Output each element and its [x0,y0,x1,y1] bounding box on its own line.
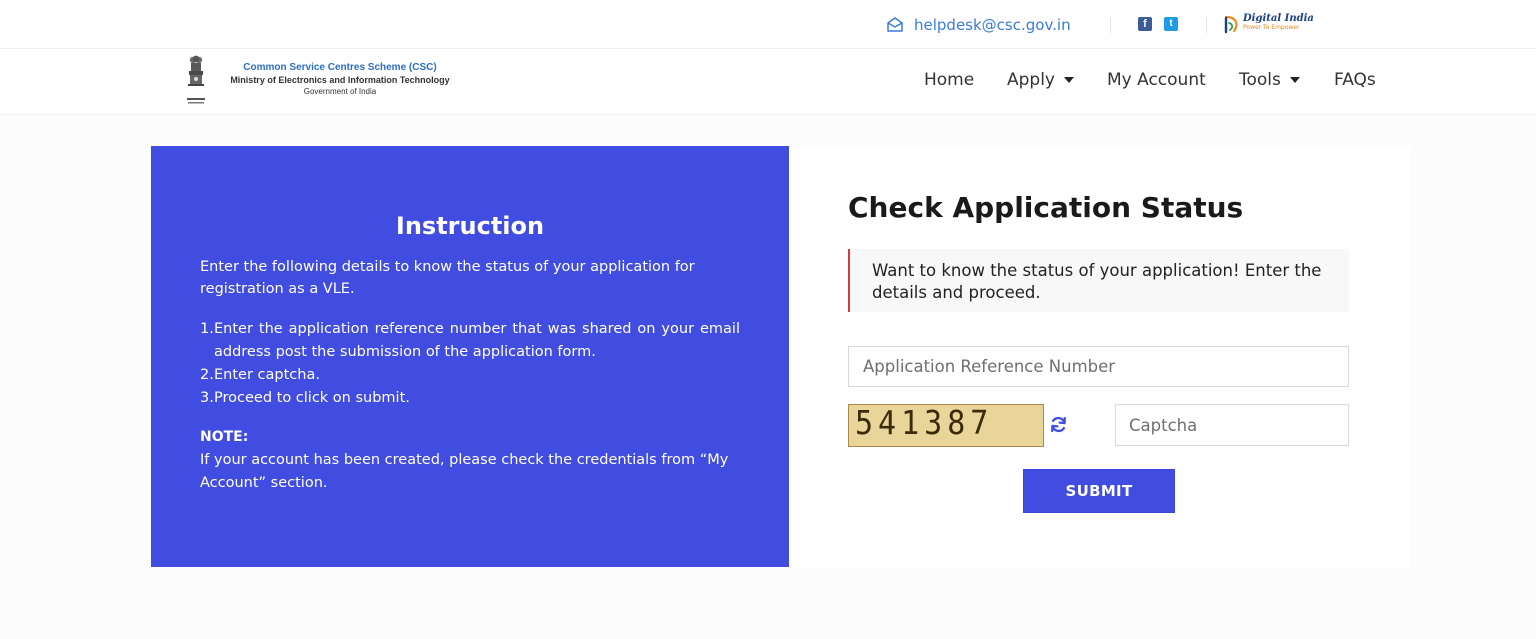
nav-apply[interactable]: Apply [1007,70,1074,90]
step-text: Enter captcha. [214,367,320,383]
digital-india-title: Digital India [1243,13,1314,24]
digital-india-tagline: Power To Empower [1243,24,1300,31]
caret-down-icon [1289,77,1300,83]
site-header: Common Service Centres Scheme (CSC) Mini… [0,49,1536,115]
instruction-panel: Instruction Enter the following details … [151,146,789,567]
note-text: If your account has been created, please… [200,452,729,491]
status-card: Instruction Enter the following details … [151,146,1410,567]
instruction-step: 3. Proceed to click on submit. [200,387,740,410]
step-number: 1. [200,321,214,337]
org-ministry: Ministry of Electronics and Information … [230,75,450,85]
instruction-step: 2. Enter captcha. [200,364,740,387]
nav-faqs-label: FAQs [1334,70,1376,90]
facebook-icon[interactable]: f [1138,17,1152,31]
top-divider [1110,17,1111,33]
step-text: Proceed to click on submit. [214,390,410,406]
instruction-step: 1. Enter the application reference numbe… [200,318,740,364]
info-alert: Want to know the status of your applicat… [848,249,1349,312]
helpdesk-email-text: helpdesk@csc.gov.in [914,16,1071,34]
nav-tools-label: Tools [1239,70,1281,90]
top-bar: helpdesk@csc.gov.in f t Digital India Po… [0,0,1536,49]
captcha-input[interactable] [1115,404,1349,446]
submit-button[interactable]: SUBMIT [1023,469,1175,513]
twitter-icon[interactable]: t [1164,17,1178,31]
org-government: Government of India [303,87,377,96]
form-title: Check Application Status [848,191,1244,224]
step-text: Enter the application reference number t… [214,321,740,360]
step-number: 2. [200,367,214,383]
nav-my-account[interactable]: My Account [1107,70,1206,90]
nav-tools[interactable]: Tools [1239,70,1300,90]
caret-down-icon [1064,77,1074,83]
instruction-steps: 1. Enter the application reference numbe… [200,318,740,410]
nav-home-label: Home [924,70,975,90]
org-title-block[interactable]: Common Service Centres Scheme (CSC) Mini… [190,62,490,98]
nav-home[interactable]: Home [924,70,974,90]
refresh-captcha-icon[interactable] [1049,415,1068,434]
instruction-intro: Enter the following details to know the … [200,259,695,297]
status-form-panel: Check Application Status Want to know th… [789,146,1410,567]
helpdesk-email-link[interactable]: helpdesk@csc.gov.in [886,16,1071,34]
top-divider [1206,17,1207,33]
digital-india-mark-icon [1224,15,1238,34]
captcha-image: 541387 [848,404,1044,447]
org-name: Common Service Centres Scheme (CSC) [243,62,437,73]
step-number: 3. [200,390,214,406]
captcha-text: 541387 [855,404,994,443]
nav-faqs[interactable]: FAQs [1334,70,1376,90]
nav-apply-label: Apply [1007,70,1055,90]
instruction-title: Instruction [395,212,545,240]
digital-india-logo[interactable]: Digital India Power To Empower [1222,14,1314,34]
nav-my-account-label: My Account [1107,70,1206,90]
mail-icon [887,17,903,32]
note-label: NOTE: [200,429,249,445]
application-reference-input[interactable] [848,346,1349,387]
